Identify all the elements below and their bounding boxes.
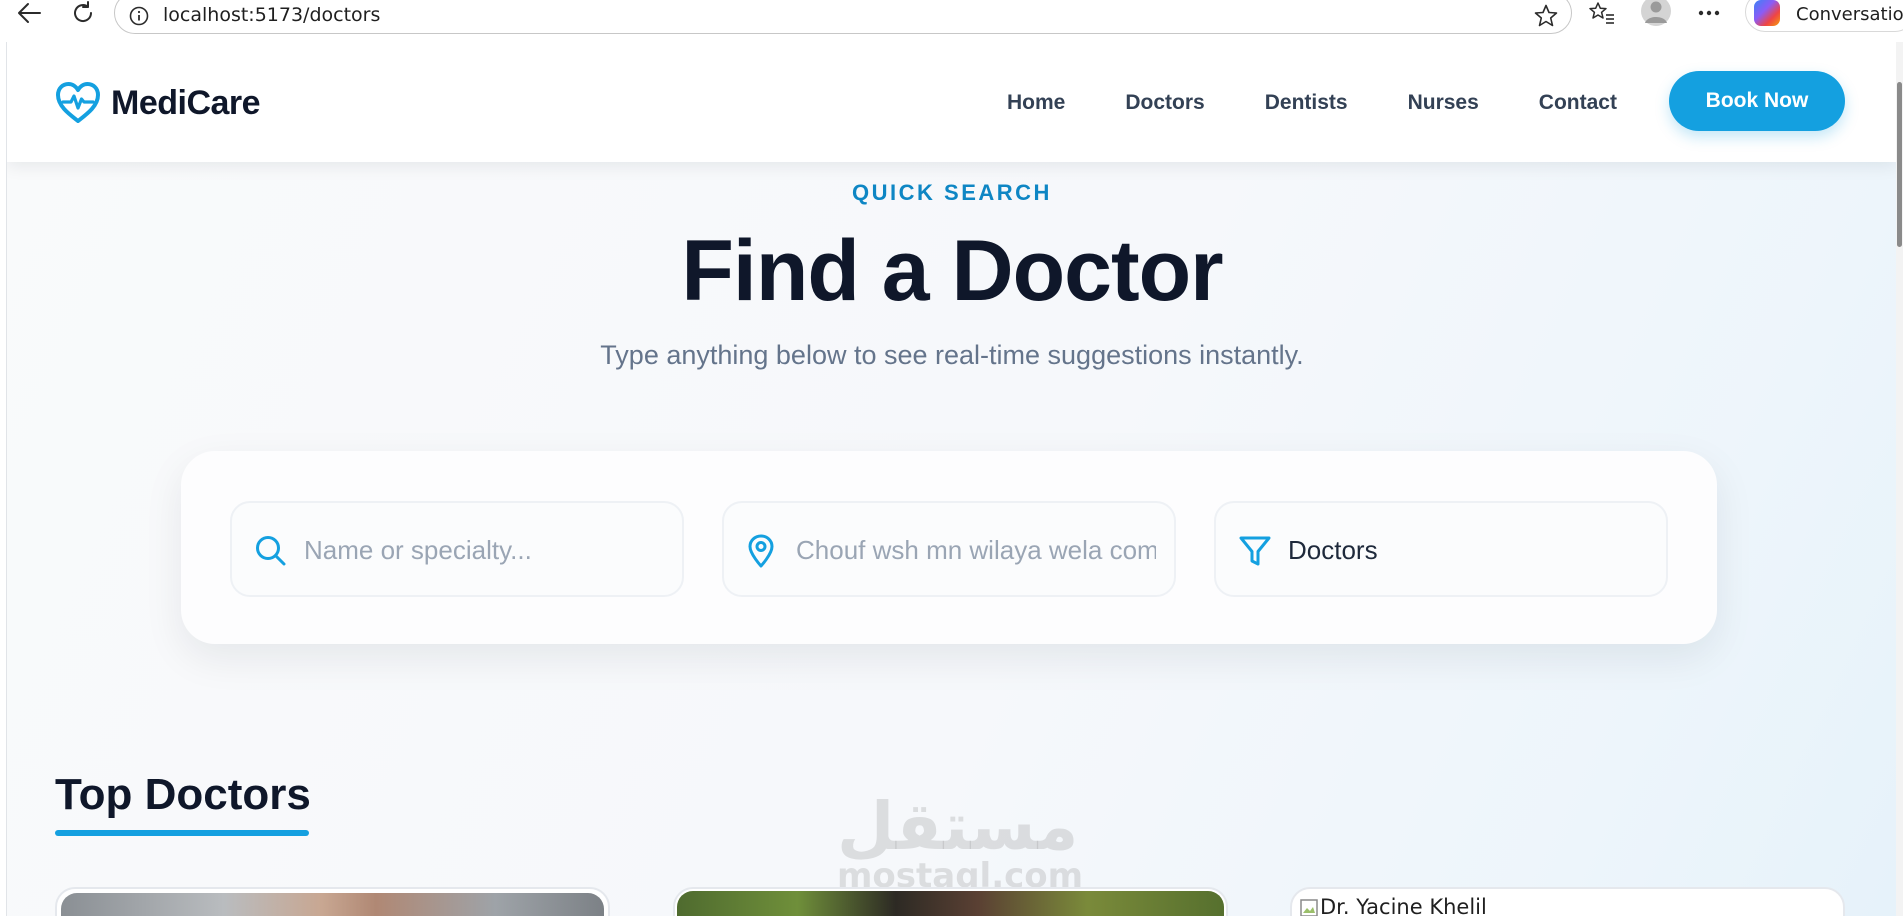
brand-name: MediCare [111,83,261,122]
site-info-icon[interactable] [129,6,149,31]
doctor-photo [677,891,1224,916]
doctor-card[interactable]: Dr. Yacine Khelil [1290,887,1845,916]
reload-icon[interactable] [66,0,100,26]
scrollbar-thumb[interactable] [1897,82,1902,247]
conversation-label: Conversation [1796,4,1903,25]
copilot-icon [1754,0,1780,26]
main-nav: Home Doctors Dentists Nurses Contact [1007,91,1617,115]
nav-link-doctors[interactable]: Doctors [1125,91,1204,115]
browser-toolbar: localhost:5173/doctors Conversation [0,0,1903,36]
watermark: مستقل mostaql.com [837,788,1083,897]
address-bar[interactable]: localhost:5173/doctors [114,0,1572,34]
brand-logo[interactable]: MediCare [55,80,261,126]
hero-eyebrow: QUICK SEARCH [852,180,1052,205]
doctor-photo [61,893,604,916]
broken-image-icon [1300,899,1318,916]
site-header: MediCare Home Doctors Dentists Nurses Co… [7,42,1896,162]
doctor-card[interactable] [55,887,610,916]
doctor-card[interactable] [673,887,1228,916]
nav-link-nurses[interactable]: Nurses [1408,91,1479,115]
heading-underline [55,830,309,836]
watermark-arabic: مستقل [837,788,1079,865]
favorites-icon[interactable] [1585,0,1619,26]
book-now-button[interactable]: Book Now [1669,71,1845,131]
location-search-input[interactable] [796,529,1156,571]
category-filter[interactable]: Doctors [1214,501,1668,597]
profile-avatar-icon[interactable] [1639,0,1673,26]
more-options-icon[interactable] [1692,0,1726,26]
nav-link-dentists[interactable]: Dentists [1265,91,1348,115]
search-card: Doctors [181,451,1717,644]
category-filter-value: Doctors [1288,535,1378,565]
map-pin-icon [746,534,776,573]
address-url[interactable]: localhost:5173/doctors [163,4,380,26]
page-title: Find a Doctor [681,223,1223,319]
conversation-button[interactable]: Conversation [1745,0,1903,32]
name-search-input[interactable] [304,529,664,571]
nav-link-home[interactable]: Home [1007,91,1065,115]
favorite-star-icon[interactable] [1533,3,1559,34]
page-viewport: MediCare Home Doctors Dentists Nurses Co… [6,42,1896,916]
location-search-field[interactable] [722,501,1176,597]
back-icon[interactable] [12,0,46,26]
filter-icon [1238,534,1272,573]
top-doctors-heading: Top Doctors [55,770,311,819]
search-icon [254,534,288,573]
doctor-photo-alt-text: Dr. Yacine Khelil [1320,895,1487,916]
heart-pulse-icon [56,82,100,123]
hero-subtitle: Type anything below to see real-time sug… [600,340,1304,370]
page-scrollbar[interactable] [1896,42,1903,916]
nav-link-contact[interactable]: Contact [1539,91,1617,115]
name-search-field[interactable] [230,501,684,597]
